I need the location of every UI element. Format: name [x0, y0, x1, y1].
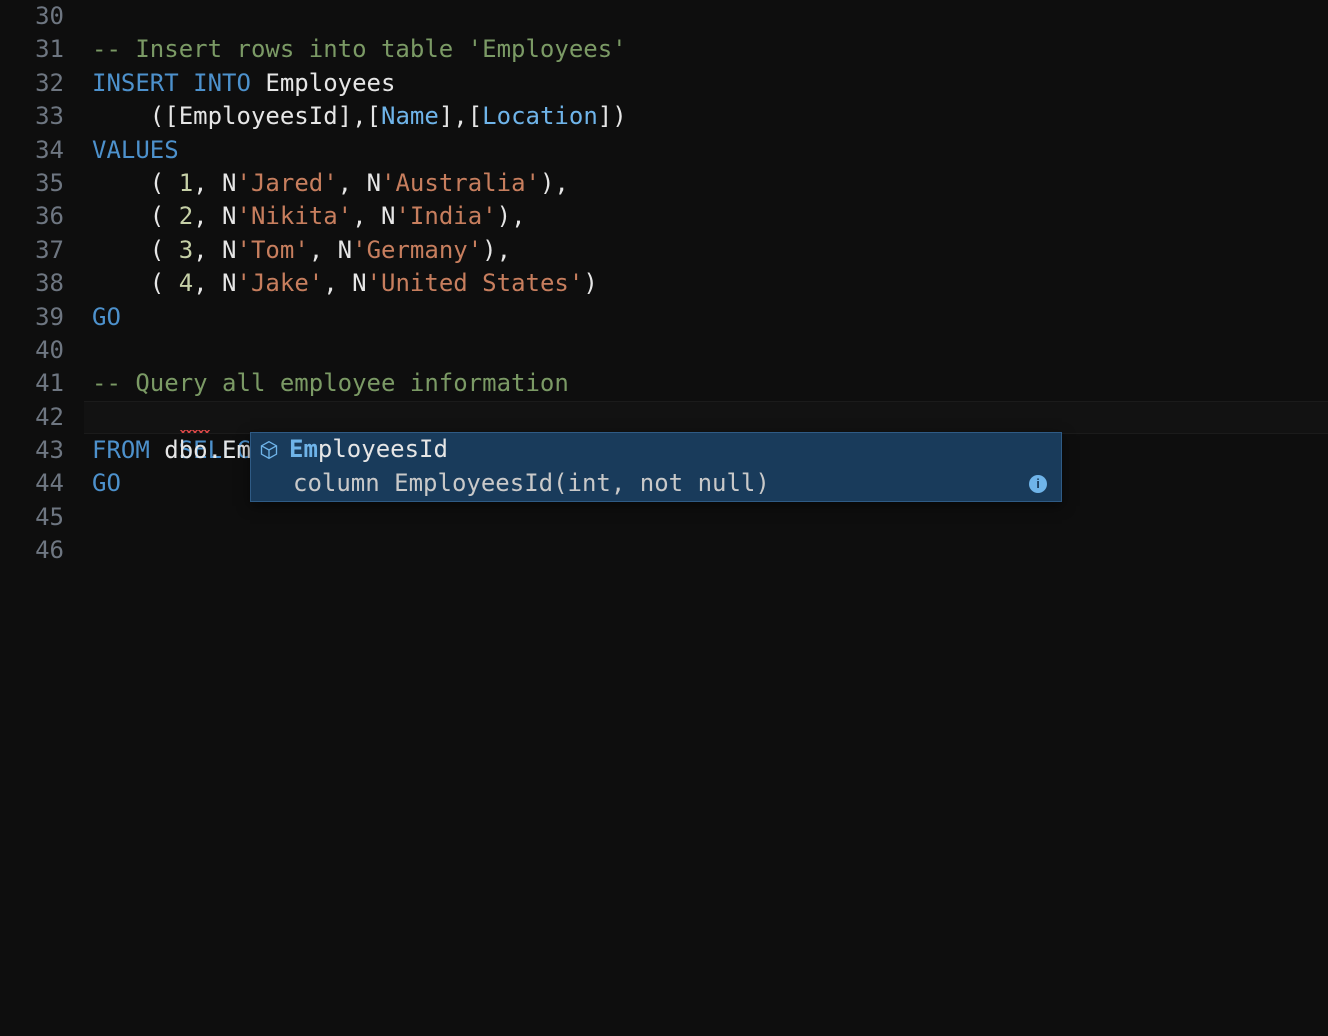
code-line[interactable]: ( 4, N'Jake', N'United States'): [92, 267, 1328, 300]
intellisense-item[interactable]: EmployeesId: [251, 433, 1061, 467]
sql-string: 'Nikita': [237, 202, 353, 230]
code-line[interactable]: ([EmployeesId],[Name],[Location]): [92, 100, 1328, 133]
sql-keyword: GO: [92, 469, 121, 497]
code-line[interactable]: [92, 534, 1328, 567]
line-number: 46: [0, 534, 64, 567]
code-line[interactable]: VALUES: [92, 134, 1328, 167]
code-line[interactable]: ( 2, N'Nikita', N'India'),: [92, 200, 1328, 233]
sql-keyword: INSERT: [92, 69, 179, 97]
sql-keyword: GO: [92, 303, 121, 331]
code-line[interactable]: ( 3, N'Tom', N'Germany'),: [92, 234, 1328, 267]
line-number: 45: [0, 501, 64, 534]
intellisense-detail: column EmployeesId(int, not null) i: [251, 467, 1061, 501]
sql-string: 'Jake': [237, 269, 324, 297]
line-number: 30: [0, 0, 64, 33]
code-line[interactable]: -- Insert rows into table 'Employees': [92, 33, 1328, 66]
sql-number: 1: [179, 169, 193, 197]
code-line[interactable]: [92, 501, 1328, 534]
line-number-gutter: 3031323334353637383940414243444546: [0, 0, 92, 1036]
sql-string: 'Tom': [237, 236, 309, 264]
line-number: 42: [0, 401, 64, 434]
code-editor[interactable]: 3031323334353637383940414243444546 -- In…: [0, 0, 1328, 1036]
line-number: 43: [0, 434, 64, 467]
code-line[interactable]: GO: [92, 301, 1328, 334]
sql-string: 'Germany': [352, 236, 482, 264]
info-icon[interactable]: i: [1029, 475, 1047, 493]
sql-number: 4: [179, 269, 193, 297]
line-number: 31: [0, 33, 64, 66]
code-line[interactable]: -- Query all employee information: [92, 367, 1328, 400]
code-line-current[interactable]: SELECT e.em: [84, 401, 1328, 434]
line-number: 39: [0, 301, 64, 334]
error-squiggle: [180, 430, 210, 433]
line-number: 41: [0, 367, 64, 400]
line-number: 44: [0, 467, 64, 500]
intellisense-detail-text: column EmployeesId(int, not null): [293, 467, 770, 500]
field-icon: [259, 440, 279, 460]
intellisense-popup[interactable]: EmployeesId column EmployeesId(int, not …: [250, 432, 1062, 502]
sql-column: EmployeesId: [179, 102, 338, 130]
line-number: 35: [0, 167, 64, 200]
sql-string: 'Australia': [381, 169, 540, 197]
line-number: 38: [0, 267, 64, 300]
sql-string: 'Jared': [237, 169, 338, 197]
line-number: 40: [0, 334, 64, 367]
line-number: 37: [0, 234, 64, 267]
intellisense-label: EmployeesId: [289, 433, 448, 466]
sql-string: 'United States': [367, 269, 584, 297]
sql-number: 2: [179, 202, 193, 230]
line-number: 34: [0, 134, 64, 167]
sql-comment: -- Query all employee information: [92, 369, 569, 397]
code-line[interactable]: ( 1, N'Jared', N'Australia'),: [92, 167, 1328, 200]
sql-number: 3: [179, 236, 193, 264]
sql-keyword: FROM: [92, 436, 150, 464]
sql-keyword: VALUES: [92, 136, 179, 164]
sql-column: Name: [381, 102, 439, 130]
sql-keyword: INTO: [193, 69, 251, 97]
sql-string: 'India': [395, 202, 496, 230]
sql-column: Location: [482, 102, 598, 130]
sql-identifier: Employees: [265, 69, 395, 97]
code-line[interactable]: [92, 334, 1328, 367]
line-number: 32: [0, 67, 64, 100]
code-line[interactable]: INSERT INTO Employees: [92, 67, 1328, 100]
sql-identifier: dbo.Em: [150, 436, 251, 464]
sql-comment: -- Insert rows into table 'Employees': [92, 35, 627, 63]
code-line[interactable]: [92, 0, 1328, 33]
line-number: 33: [0, 100, 64, 133]
line-number: 36: [0, 200, 64, 233]
code-area[interactable]: -- Insert rows into table 'Employees' IN…: [92, 0, 1328, 1036]
